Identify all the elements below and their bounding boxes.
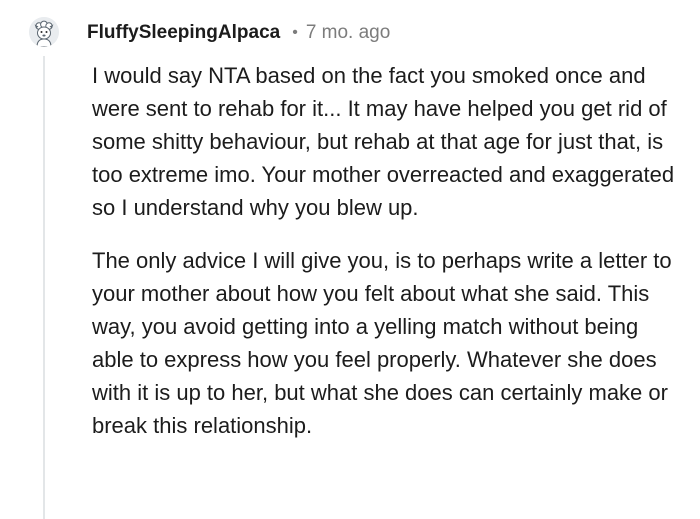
- thread-line[interactable]: [43, 56, 45, 519]
- comment-body: I would say NTA based on the fact you sm…: [92, 59, 677, 442]
- comment-paragraph: I would say NTA based on the fact you sm…: [92, 63, 675, 220]
- comment-meta: FluffySleepingAlpaca • 7 mo. ago: [87, 20, 390, 46]
- comment-paragraph: The only advice I will give you, is to p…: [92, 248, 672, 438]
- timestamp[interactable]: 7 mo. ago: [306, 22, 391, 44]
- avatar[interactable]: [29, 17, 59, 47]
- comment: FluffySleepingAlpaca • 7 mo. ago I would…: [0, 0, 700, 519]
- alpaca-avatar-icon: [29, 17, 59, 47]
- separator-dot: •: [292, 24, 298, 41]
- username-link[interactable]: FluffySleepingAlpaca: [87, 22, 280, 44]
